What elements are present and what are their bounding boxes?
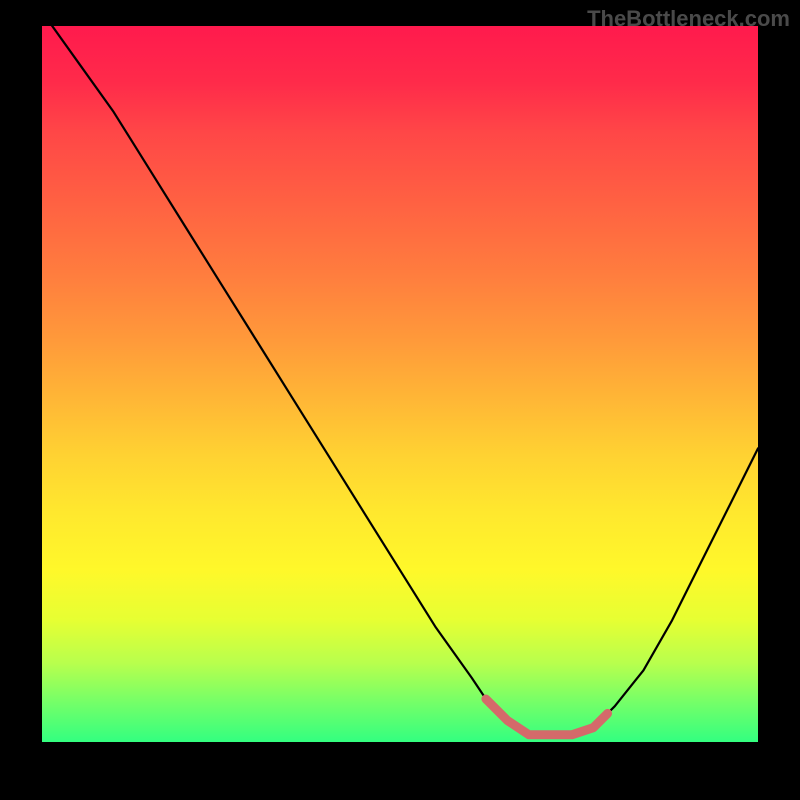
frame-left — [0, 0, 42, 800]
bottleneck-curve — [42, 26, 758, 735]
chart-area — [42, 26, 758, 742]
highlight-band — [486, 699, 608, 735]
frame-right — [758, 0, 800, 800]
frame-bottom — [0, 742, 800, 800]
chart-svg — [42, 26, 758, 742]
watermark-text: TheBottleneck.com — [587, 6, 790, 32]
